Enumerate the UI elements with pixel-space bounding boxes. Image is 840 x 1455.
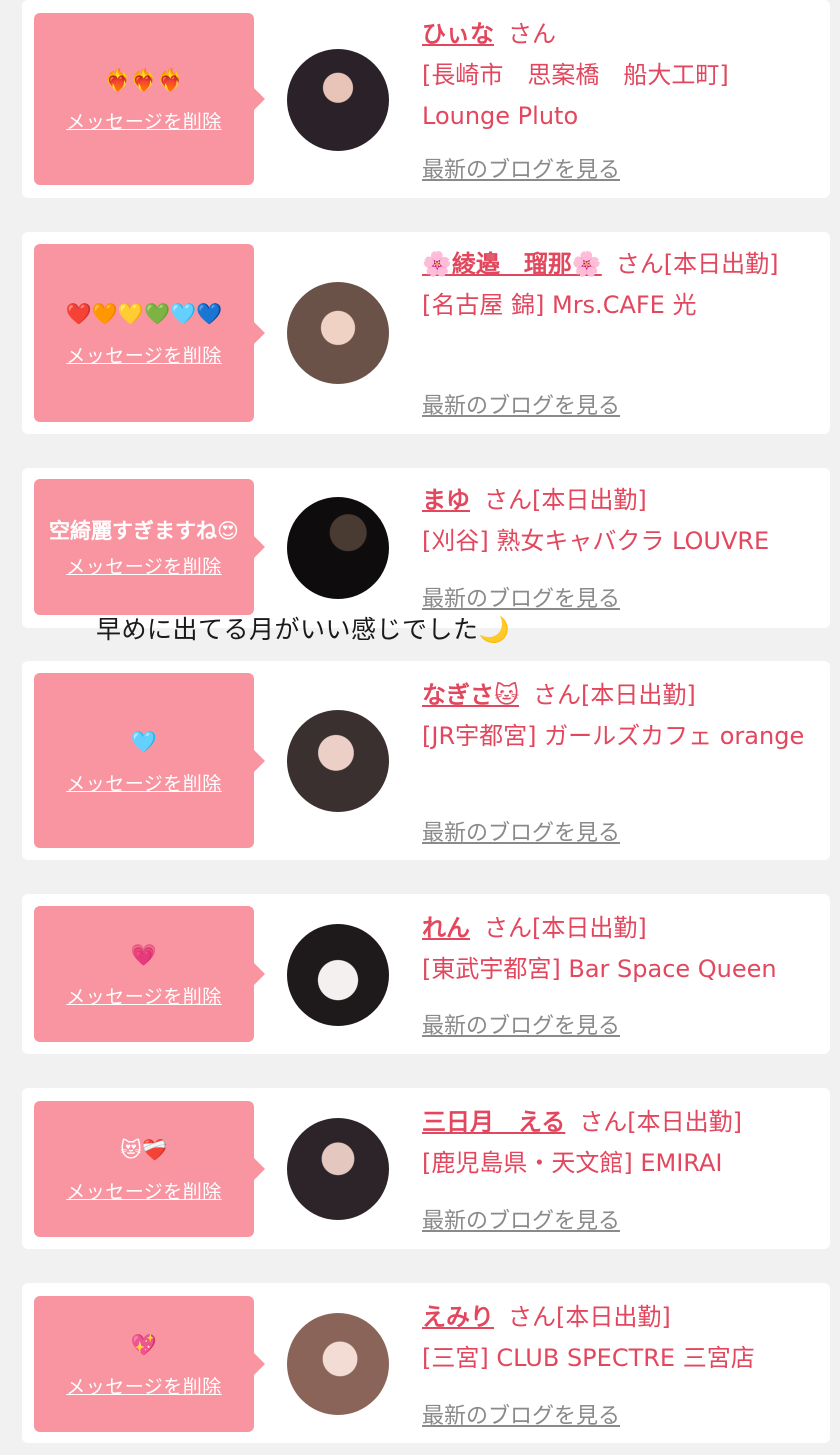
- avatar[interactable]: [287, 710, 389, 812]
- cast-name-link[interactable]: 三日月 える: [422, 1108, 565, 1136]
- honorific: さん: [615, 250, 664, 278]
- honorific: さん: [579, 1108, 628, 1136]
- honorific: さん: [508, 20, 556, 48]
- cast-info: れん さん[本日出勤] [東武宇都宮] Bar Space Queen: [422, 908, 812, 990]
- latest-blog-link[interactable]: 最新のブログを見る: [422, 388, 620, 420]
- message-bubble: 空綺麗すぎますね😍 メッセージを削除: [34, 479, 265, 615]
- latest-blog-link[interactable]: 最新のブログを見る: [422, 1203, 620, 1235]
- cast-name-link[interactable]: えみり: [422, 1303, 494, 1331]
- message-bubble: 💗 メッセージを削除: [34, 906, 265, 1042]
- message-text: ❤️‍🔥❤️‍🔥❤️‍🔥: [104, 68, 184, 92]
- latest-blog-link[interactable]: 最新のブログを見る: [422, 1008, 620, 1040]
- message-card: 😻❤️‍🩹 メッセージを削除 三日月 える さん[本日出勤] [鹿児島県・天文館]…: [22, 1088, 830, 1249]
- overlay-caption: 早めに出てる月がいい感じでした🌙: [96, 615, 511, 644]
- cast-name-link[interactable]: まゆ: [422, 486, 470, 514]
- honorific: さん: [533, 681, 582, 709]
- latest-blog-link[interactable]: 最新のブログを見る: [422, 1398, 620, 1430]
- shop-name: [三宮] CLUB SPECTRE 三宮店: [422, 1344, 755, 1372]
- delete-message-button[interactable]: メッセージを削除: [66, 982, 222, 1009]
- honorific: さん: [484, 486, 532, 514]
- message-card: ❤️🧡💛💚🩵💙 メッセージを削除 🌸綾邉 瑠那🌸 さん[本日出勤] [名古屋 錦]…: [22, 232, 830, 434]
- message-text: 空綺麗すぎますね😍: [49, 519, 239, 543]
- shop-name: [JR宇都宮] ガールズカフェ orange: [422, 722, 805, 750]
- honorific: さん: [484, 914, 532, 942]
- avatar[interactable]: [287, 282, 389, 384]
- latest-blog-link[interactable]: 最新のブログを見る: [422, 152, 620, 184]
- cast-info: まゆ さん[本日出勤] [刈谷] 熟女キャバクラ LOUVRE: [422, 480, 812, 562]
- message-text: ❤️🧡💛💚🩵💙: [65, 302, 223, 326]
- latest-blog-link[interactable]: 最新のブログを見る: [422, 815, 620, 847]
- shop-name: [刈谷] 熟女キャバクラ LOUVRE: [422, 527, 770, 555]
- cast-info: 🌸綾邉 瑠那🌸 さん[本日出勤] [名古屋 錦] Mrs.CAFE 光: [422, 244, 812, 326]
- work-status: [本日出勤]: [663, 250, 779, 278]
- work-status: [本日出勤]: [627, 1108, 743, 1136]
- shop-name: [東武宇都宮] Bar Space Queen: [422, 955, 777, 983]
- message-card: 💖 メッセージを削除 えみり さん[本日出勤] [三宮] CLUB SPECTRE…: [22, 1283, 830, 1443]
- cast-info: なぎさ🐱 さん[本日出勤] [JR宇都宮] ガールズカフェ orange: [422, 675, 812, 757]
- shop-name: [鹿児島県・天文館] EMIRAI: [422, 1149, 723, 1177]
- delete-message-button[interactable]: メッセージを削除: [66, 107, 222, 134]
- cast-name-link[interactable]: れん: [422, 914, 470, 942]
- message-bubble: 💖 メッセージを削除: [34, 1296, 265, 1432]
- delete-message-button[interactable]: メッセージを削除: [66, 1177, 222, 1204]
- shop-name: [長崎市 思案橋 船大工町] Lounge Pluto: [422, 61, 729, 130]
- delete-message-button[interactable]: メッセージを削除: [66, 1372, 222, 1399]
- shop-name: [名古屋 錦] Mrs.CAFE 光: [422, 291, 697, 319]
- work-status: [本日出勤]: [556, 1303, 671, 1331]
- cast-name-link[interactable]: ひぃな: [422, 20, 494, 48]
- message-text: 💗: [130, 943, 158, 967]
- message-card: 🩵 メッセージを削除 なぎさ🐱 さん[本日出勤] [JR宇都宮] ガールズカフェ …: [22, 661, 830, 860]
- cast-info: えみり さん[本日出勤] [三宮] CLUB SPECTRE 三宮店: [422, 1297, 812, 1379]
- avatar[interactable]: [287, 1118, 389, 1220]
- delete-message-button[interactable]: メッセージを削除: [66, 769, 222, 796]
- avatar[interactable]: [287, 49, 389, 151]
- message-card: 💗 メッセージを削除 れん さん[本日出勤] [東武宇都宮] Bar Space …: [22, 894, 830, 1054]
- delete-message-button[interactable]: メッセージを削除: [66, 552, 222, 579]
- message-bubble: 😻❤️‍🩹 メッセージを削除: [34, 1101, 265, 1237]
- cast-name-link[interactable]: なぎさ🐱: [422, 681, 519, 709]
- message-bubble: 🩵 メッセージを削除: [34, 673, 265, 848]
- message-bubble: ❤️‍🔥❤️‍🔥❤️‍🔥 メッセージを削除: [34, 13, 265, 185]
- avatar[interactable]: [287, 497, 389, 599]
- honorific: さん: [508, 1303, 556, 1331]
- message-bubble: ❤️🧡💛💚🩵💙 メッセージを削除: [34, 244, 265, 422]
- message-text: 💖: [130, 1333, 158, 1357]
- message-text: 😻❤️‍🩹: [119, 1138, 169, 1162]
- work-status: [本日出勤]: [532, 486, 647, 514]
- message-card: 空綺麗すぎますね😍 メッセージを削除 まゆ さん[本日出勤] [刈谷] 熟女キャバ…: [22, 468, 830, 628]
- cast-name-link[interactable]: 🌸綾邉 瑠那🌸: [422, 250, 602, 278]
- cast-info: ひぃな さん [長崎市 思案橋 船大工町] Lounge Pluto: [422, 14, 812, 137]
- work-status: [本日出勤]: [532, 914, 647, 942]
- cast-info: 三日月 える さん[本日出勤] [鹿児島県・天文館] EMIRAI: [422, 1102, 812, 1184]
- avatar[interactable]: [287, 924, 389, 1026]
- message-text: 🩵: [130, 729, 158, 754]
- work-status: [本日出勤]: [581, 681, 696, 709]
- delete-message-button[interactable]: メッセージを削除: [66, 341, 222, 368]
- avatar[interactable]: [287, 1313, 389, 1415]
- latest-blog-link[interactable]: 最新のブログを見る: [422, 581, 620, 613]
- message-card: ❤️‍🔥❤️‍🔥❤️‍🔥 メッセージを削除 ひぃな さん [長崎市 思案橋 船大工…: [22, 0, 830, 198]
